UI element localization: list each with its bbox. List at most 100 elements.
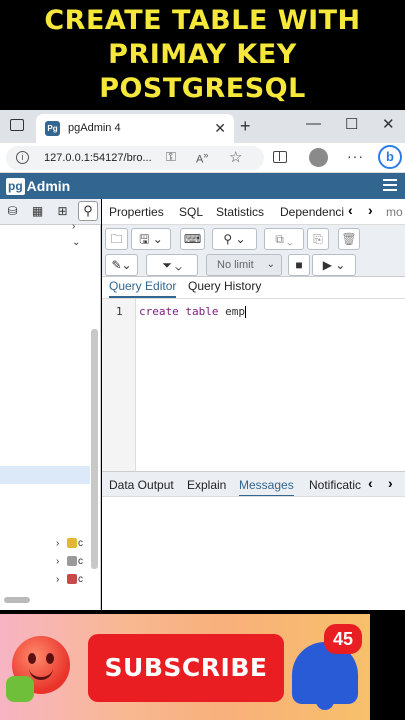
notification-count-badge: 45 [324, 624, 362, 654]
tree-toolbar: ⛁ ▦ ⊞ ⚲ [0, 199, 101, 225]
tab-query-editor[interactable]: Query Editor [109, 279, 177, 298]
tab-properties[interactable]: Properties [109, 205, 164, 219]
subscribe-banner: SUBSCRIBE [0, 614, 370, 720]
execute-icon[interactable]: ▶ ⌄ [312, 254, 356, 276]
object-explorer: ⛁ ▦ ⊞ ⚲ › ⌄ › c › c › c [0, 199, 101, 610]
black-edge [370, 610, 405, 720]
delete-icon[interactable]: 🗑 [338, 228, 360, 250]
schema-icon [67, 556, 77, 567]
text-cursor [245, 306, 246, 318]
tree-chevron-icon[interactable]: › [72, 221, 82, 232]
panel-tabs: Properties SQL Statistics Dependenci ‹ ›… [102, 199, 405, 225]
thumbs-up-icon [6, 676, 34, 702]
tree-chevron-down-icon[interactable]: ⌄ [72, 237, 82, 248]
tab-actions-icon[interactable] [10, 119, 24, 131]
tabs-next-icon[interactable]: › [368, 202, 373, 218]
tab-close-icon[interactable]: ✕ [214, 120, 226, 137]
tab-explain[interactable]: Explain [187, 478, 226, 495]
url-field[interactable]: i 127.0.0.1:54127/bro... ⚿ A» ☆ [6, 146, 264, 170]
save-file-icon[interactable]: 🖫 ⌄ [131, 228, 171, 250]
tab-messages[interactable]: Messages [239, 478, 294, 496]
filter-icon[interactable]: ⏷ ⌄ [146, 254, 198, 276]
edit-grid-icon[interactable]: ⌨ [180, 228, 205, 250]
line-number-gutter: 1 [102, 299, 136, 471]
open-file-icon[interactable]: 🗀 [105, 228, 128, 250]
sql-identifier: emp [225, 305, 245, 318]
key-icon[interactable]: ⚿ [166, 149, 176, 165]
tree-item[interactable]: › c [56, 556, 83, 567]
chevron-down-icon: ⌄ [266, 259, 275, 270]
browser-tab[interactable]: Pg pgAdmin 4 ✕ [36, 114, 234, 143]
headline-line-2: PRIMAY KEY [108, 39, 297, 70]
tab-statistics[interactable]: Statistics [216, 205, 264, 219]
headline-banner: CREATE TABLE WITH PRIMAY KEY POSTGRESQL [0, 0, 405, 110]
pgadmin-header: pg Admin [0, 173, 405, 199]
headline-line-1: CREATE TABLE WITH [44, 5, 361, 36]
line-number: 1 [116, 305, 123, 318]
edit-icon[interactable]: ✎⌄ [105, 254, 138, 276]
headline-line-3: POSTGRESQL [99, 73, 306, 104]
tab-query-history[interactable]: Query History [188, 279, 261, 296]
tab-more[interactable]: mo [386, 205, 403, 219]
sql-code-line[interactable]: create table emp [139, 305, 246, 318]
search-icon[interactable]: ⚲ [78, 201, 98, 221]
bing-copilot-icon[interactable]: b [378, 145, 402, 169]
filter-table-icon[interactable]: ⊞ [54, 203, 71, 220]
tree-vertical-scrollbar[interactable] [91, 329, 98, 569]
split-screen-icon[interactable] [273, 151, 287, 163]
output-tabs-prev-icon[interactable]: ‹ [368, 475, 373, 491]
profile-avatar-icon[interactable] [309, 148, 328, 167]
url-text: 127.0.0.1:54127/bro... [44, 152, 152, 164]
chevron-right-icon[interactable]: › [56, 538, 66, 549]
tab-data-output[interactable]: Data Output [109, 478, 174, 495]
copy-icon[interactable]: ⧉ ⌄ [264, 228, 304, 250]
window-close-icon[interactable]: ✕ [382, 115, 395, 133]
sql-keyword-table: table [185, 305, 219, 318]
chevron-right-icon[interactable]: › [56, 574, 66, 585]
tab-dependencies[interactable]: Dependenci [280, 205, 344, 219]
find-icon[interactable]: ⚲ ⌄ [212, 228, 257, 250]
new-tab-icon[interactable]: + [240, 116, 251, 137]
address-bar: i 127.0.0.1:54127/bro... ⚿ A» ☆ ··· b [0, 143, 405, 173]
tree-item[interactable]: › c [56, 574, 83, 585]
row-limit-value: No limit [217, 259, 254, 271]
sql-keyword-create: create [139, 305, 179, 318]
row-limit-select[interactable]: No limit ⌄ [206, 254, 282, 276]
more-options-icon[interactable]: ··· [347, 148, 364, 164]
tabs-prev-icon[interactable]: ‹ [348, 202, 353, 218]
tree-item-label: c [78, 574, 83, 585]
tree-item-label: c [78, 538, 83, 549]
query-tabs: Query Editor Query History [102, 277, 405, 299]
query-tool-panel: Properties SQL Statistics Dependenci ‹ ›… [102, 199, 405, 610]
tree-horizontal-scrollbar[interactable] [4, 597, 30, 603]
stop-icon[interactable]: ■ [288, 254, 310, 276]
tab-sql[interactable]: SQL [179, 205, 203, 219]
tree-item-label: c [78, 556, 83, 567]
site-info-icon[interactable]: i [16, 151, 29, 164]
paste-icon[interactable]: ⎘ [307, 228, 329, 250]
hamburger-menu-icon[interactable] [383, 179, 397, 192]
output-tabs: Data Output Explain Messages Notificatic… [102, 471, 405, 497]
favorite-star-icon[interactable]: ☆ [229, 148, 242, 166]
schema-icon [67, 538, 77, 549]
sql-editor[interactable]: 1 create table emp [102, 299, 405, 471]
pgadmin-favicon-icon: Pg [45, 121, 60, 136]
query-toolbar: 🗀 🖫 ⌄ ⌨ ⚲ ⌄ ⧉ ⌄ ⎘ 🗑 ✎⌄ ⏷ ⌄ No limit ⌄ ■ … [102, 225, 405, 277]
tab-notifications[interactable]: Notificatic [309, 478, 363, 495]
maximize-icon[interactable]: ☐ [345, 115, 358, 133]
browser-tab-bar: Pg pgAdmin 4 ✕ + — ☐ ✕ [0, 110, 405, 143]
tree-item[interactable]: › c [56, 538, 83, 549]
read-aloud-icon[interactable]: A» [196, 150, 208, 166]
database-icon[interactable]: ⛁ [4, 203, 21, 220]
minimize-icon[interactable]: — [306, 115, 321, 132]
chevron-right-icon[interactable]: › [56, 556, 66, 567]
messages-output-area [102, 497, 405, 610]
tree-selected-row[interactable] [0, 466, 90, 484]
subscribe-button[interactable]: SUBSCRIBE [88, 634, 284, 702]
output-tabs-next-icon[interactable]: › [388, 475, 393, 491]
table-view-icon[interactable]: ▦ [29, 203, 46, 220]
schema-icon [67, 574, 77, 585]
tab-title: pgAdmin 4 [68, 122, 121, 134]
logo-admin: Admin [26, 178, 71, 194]
logo-pg: pg [6, 177, 25, 195]
